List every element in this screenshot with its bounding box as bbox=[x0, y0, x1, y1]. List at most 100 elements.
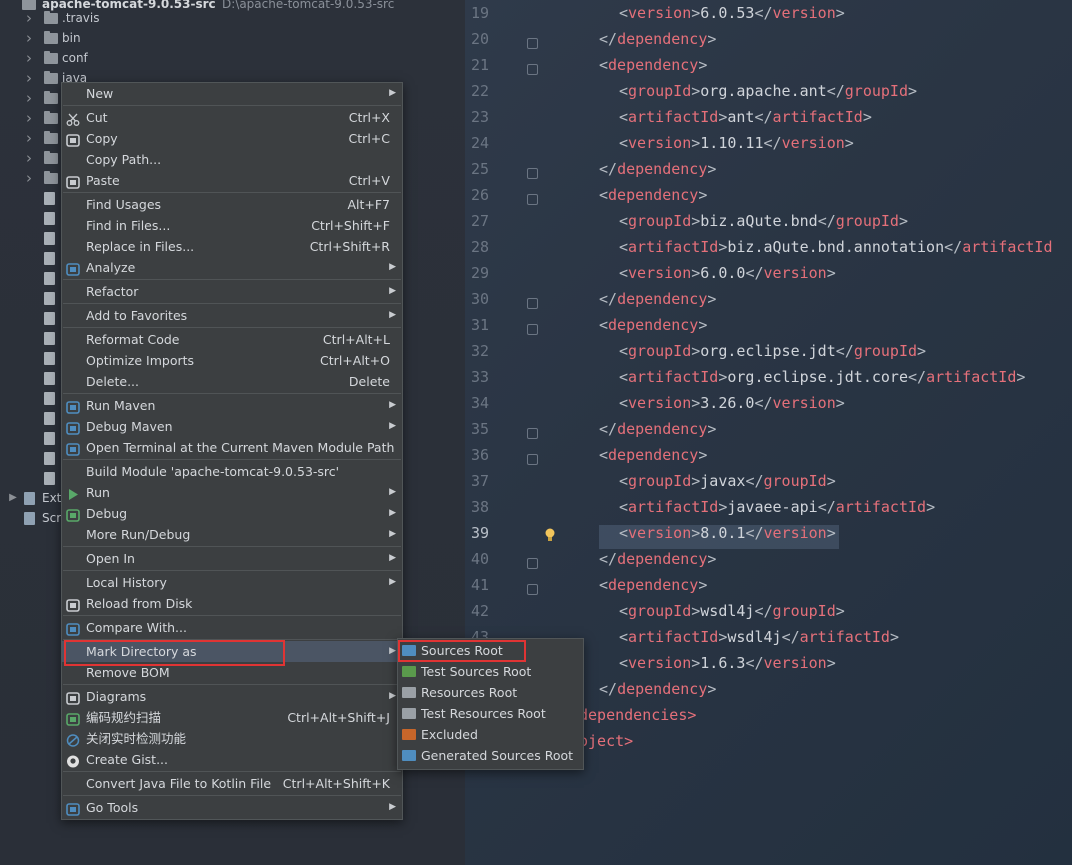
submenu-item-excluded[interactable]: Excluded bbox=[398, 724, 583, 745]
test-resources-root-icon bbox=[402, 708, 416, 719]
menu-separator bbox=[63, 279, 401, 280]
menu-item-reload-from-disk[interactable]: Reload from Disk bbox=[62, 593, 402, 614]
code-line: </dependency> bbox=[599, 550, 716, 568]
submenu-item-test-sources-root[interactable]: Test Sources Root bbox=[398, 661, 583, 682]
fold-marker-icon[interactable] bbox=[527, 194, 538, 205]
fold-marker-icon[interactable] bbox=[527, 558, 538, 569]
resources-root-icon bbox=[402, 687, 416, 698]
line-number: 34 bbox=[470, 394, 489, 412]
fold-marker-icon[interactable] bbox=[527, 38, 538, 49]
menu-item-open-in[interactable]: Open In ▶ bbox=[62, 548, 402, 569]
menu-item-analyze[interactable]: Analyze ▶ bbox=[62, 257, 402, 278]
chevron-right-icon[interactable]: › bbox=[22, 128, 36, 148]
file-icon bbox=[44, 252, 55, 265]
menu-item-create-gist[interactable]: Create Gist... bbox=[62, 749, 402, 770]
menu-item-find-usages[interactable]: Find Usages Alt+F7 bbox=[62, 194, 402, 215]
menu-item-run[interactable]: Run ▶ bbox=[62, 482, 402, 503]
submenu-item-resources-root[interactable]: Resources Root bbox=[398, 682, 583, 703]
xml-tag-name: version bbox=[628, 4, 692, 22]
submenu-arrow-icon: ▶ bbox=[389, 802, 396, 812]
xml-value: javax bbox=[700, 472, 746, 490]
menu-item-copy[interactable]: Copy Ctrl+C bbox=[62, 128, 402, 149]
submenu-item-label: Test Resources Root bbox=[421, 706, 546, 721]
paste-icon bbox=[66, 174, 80, 189]
xml-tag-name: groupId bbox=[853, 342, 918, 360]
menu-item-more-run-debug[interactable]: More Run/Debug ▶ bbox=[62, 524, 402, 545]
fold-marker-icon[interactable] bbox=[527, 428, 538, 439]
menu-separator bbox=[63, 546, 401, 547]
submenu-arrow-icon: ▶ bbox=[389, 553, 396, 563]
menu-item-open-terminal-at-the-current-maven-module-path[interactable]: Open Terminal at the Current Maven Modul… bbox=[62, 437, 402, 458]
chevron-right-icon[interactable]: › bbox=[22, 28, 36, 48]
menu-item-run-maven[interactable]: Run Maven ▶ bbox=[62, 395, 402, 416]
menu-item-refactor[interactable]: Refactor ▶ bbox=[62, 281, 402, 302]
external-libraries-label: Ext bbox=[42, 491, 62, 505]
xml-tag-name: dependency bbox=[608, 446, 699, 464]
menu-item-cut[interactable]: Cut Ctrl+X bbox=[62, 107, 402, 128]
menu-item-debug[interactable]: Debug ▶ bbox=[62, 503, 402, 524]
bracket: > bbox=[844, 134, 854, 152]
chevron-right-icon[interactable]: › bbox=[22, 8, 36, 28]
xml-tag-name: version bbox=[772, 4, 836, 22]
chevron-right-icon[interactable]: › bbox=[22, 68, 36, 88]
menu-item-compare-with[interactable]: Compare With... bbox=[62, 617, 402, 638]
code-line: <dependency> bbox=[599, 56, 707, 74]
bracket: </ bbox=[599, 30, 618, 48]
menu-item-item-40[interactable]: 编码规约扫描 Ctrl+Alt+Shift+J bbox=[62, 707, 402, 728]
menu-item-label: Add to Favorites bbox=[86, 308, 188, 323]
menu-item-find-in-files[interactable]: Find in Files... Ctrl+Shift+F bbox=[62, 215, 402, 236]
menu-item-delete[interactable]: Delete... Delete bbox=[62, 371, 402, 392]
code-line: <groupId>org.eclipse.jdt</groupId> bbox=[619, 342, 926, 360]
menu-item-new[interactable]: New ▶ bbox=[62, 83, 402, 104]
bracket: > bbox=[826, 654, 836, 672]
menu-item-reformat-code[interactable]: Reformat Code Ctrl+Alt+L bbox=[62, 329, 402, 350]
submenu-arrow-icon: ▶ bbox=[389, 88, 396, 98]
sources-root-highlight-box bbox=[398, 640, 526, 662]
fold-marker-icon[interactable] bbox=[527, 298, 538, 309]
menu-item-paste[interactable]: Paste Ctrl+V bbox=[62, 170, 402, 191]
menu-item-debug-maven[interactable]: Debug Maven ▶ bbox=[62, 416, 402, 437]
menu-item-diagrams[interactable]: Diagrams ▶ bbox=[62, 686, 402, 707]
bracket: < bbox=[619, 212, 629, 230]
bracket: > bbox=[691, 472, 701, 490]
folder-icon bbox=[44, 151, 58, 164]
line-number: 19 bbox=[470, 4, 489, 22]
go-icon bbox=[66, 801, 80, 816]
code-line: oject> bbox=[579, 732, 633, 750]
menu-item-optimize-imports[interactable]: Optimize Imports Ctrl+Alt+O bbox=[62, 350, 402, 371]
file-icon bbox=[44, 312, 55, 325]
chevron-right-icon[interactable]: › bbox=[22, 48, 36, 68]
xml-tag-name: version bbox=[763, 524, 827, 542]
xml-tag-name: dependency bbox=[608, 316, 699, 334]
code-line: <artifactId>org.eclipse.jdt.core</artifa… bbox=[619, 368, 1025, 386]
fold-marker-icon[interactable] bbox=[527, 168, 538, 179]
disable-icon bbox=[66, 732, 80, 747]
fold-marker-icon[interactable] bbox=[527, 454, 538, 465]
fold-marker-icon[interactable] bbox=[527, 324, 538, 335]
fold-marker-icon[interactable] bbox=[527, 64, 538, 75]
menu-item-build-module-apache-tomcat-9-0-53-src[interactable]: Build Module 'apache-tomcat-9.0.53-src' bbox=[62, 461, 402, 482]
line-number: 29 bbox=[470, 264, 489, 282]
chevron-right-icon[interactable]: › bbox=[22, 88, 36, 108]
menu-item-label: Reload from Disk bbox=[86, 596, 193, 611]
chevron-right-icon[interactable]: › bbox=[22, 148, 36, 168]
menu-item-convert-java-file-to-kotlin-file[interactable]: Convert Java File to Kotlin File Ctrl+Alt… bbox=[62, 773, 402, 794]
menu-item-shortcut: Ctrl+C bbox=[348, 131, 390, 146]
menu-item-go-tools[interactable]: Go Tools ▶ bbox=[62, 797, 402, 818]
code-line: </dependency> bbox=[599, 290, 716, 308]
chevron-right-icon[interactable]: › bbox=[22, 168, 36, 188]
chevron-right-icon[interactable]: › bbox=[22, 108, 36, 128]
tree-folder-label: conf bbox=[62, 51, 88, 65]
menu-item-item-41[interactable]: 关闭实时检测功能 bbox=[62, 728, 402, 749]
menu-item-add-to-favorites[interactable]: Add to Favorites ▶ bbox=[62, 305, 402, 326]
menu-item-copy-path[interactable]: Copy Path... bbox=[62, 149, 402, 170]
libraries-icon bbox=[24, 492, 35, 505]
xml-tag-name: groupId bbox=[763, 472, 827, 490]
menu-item-local-history[interactable]: Local History ▶ bbox=[62, 572, 402, 593]
submenu-item-generated-sources-root[interactable]: Generated Sources Root bbox=[398, 745, 583, 766]
menu-item-replace-in-files[interactable]: Replace in Files... Ctrl+Shift+R bbox=[62, 236, 402, 257]
fold-marker-icon[interactable] bbox=[527, 584, 538, 595]
xml-tag-name: version bbox=[772, 394, 836, 412]
lightbulb-icon[interactable] bbox=[545, 528, 555, 542]
submenu-item-test-resources-root[interactable]: Test Resources Root bbox=[398, 703, 583, 724]
